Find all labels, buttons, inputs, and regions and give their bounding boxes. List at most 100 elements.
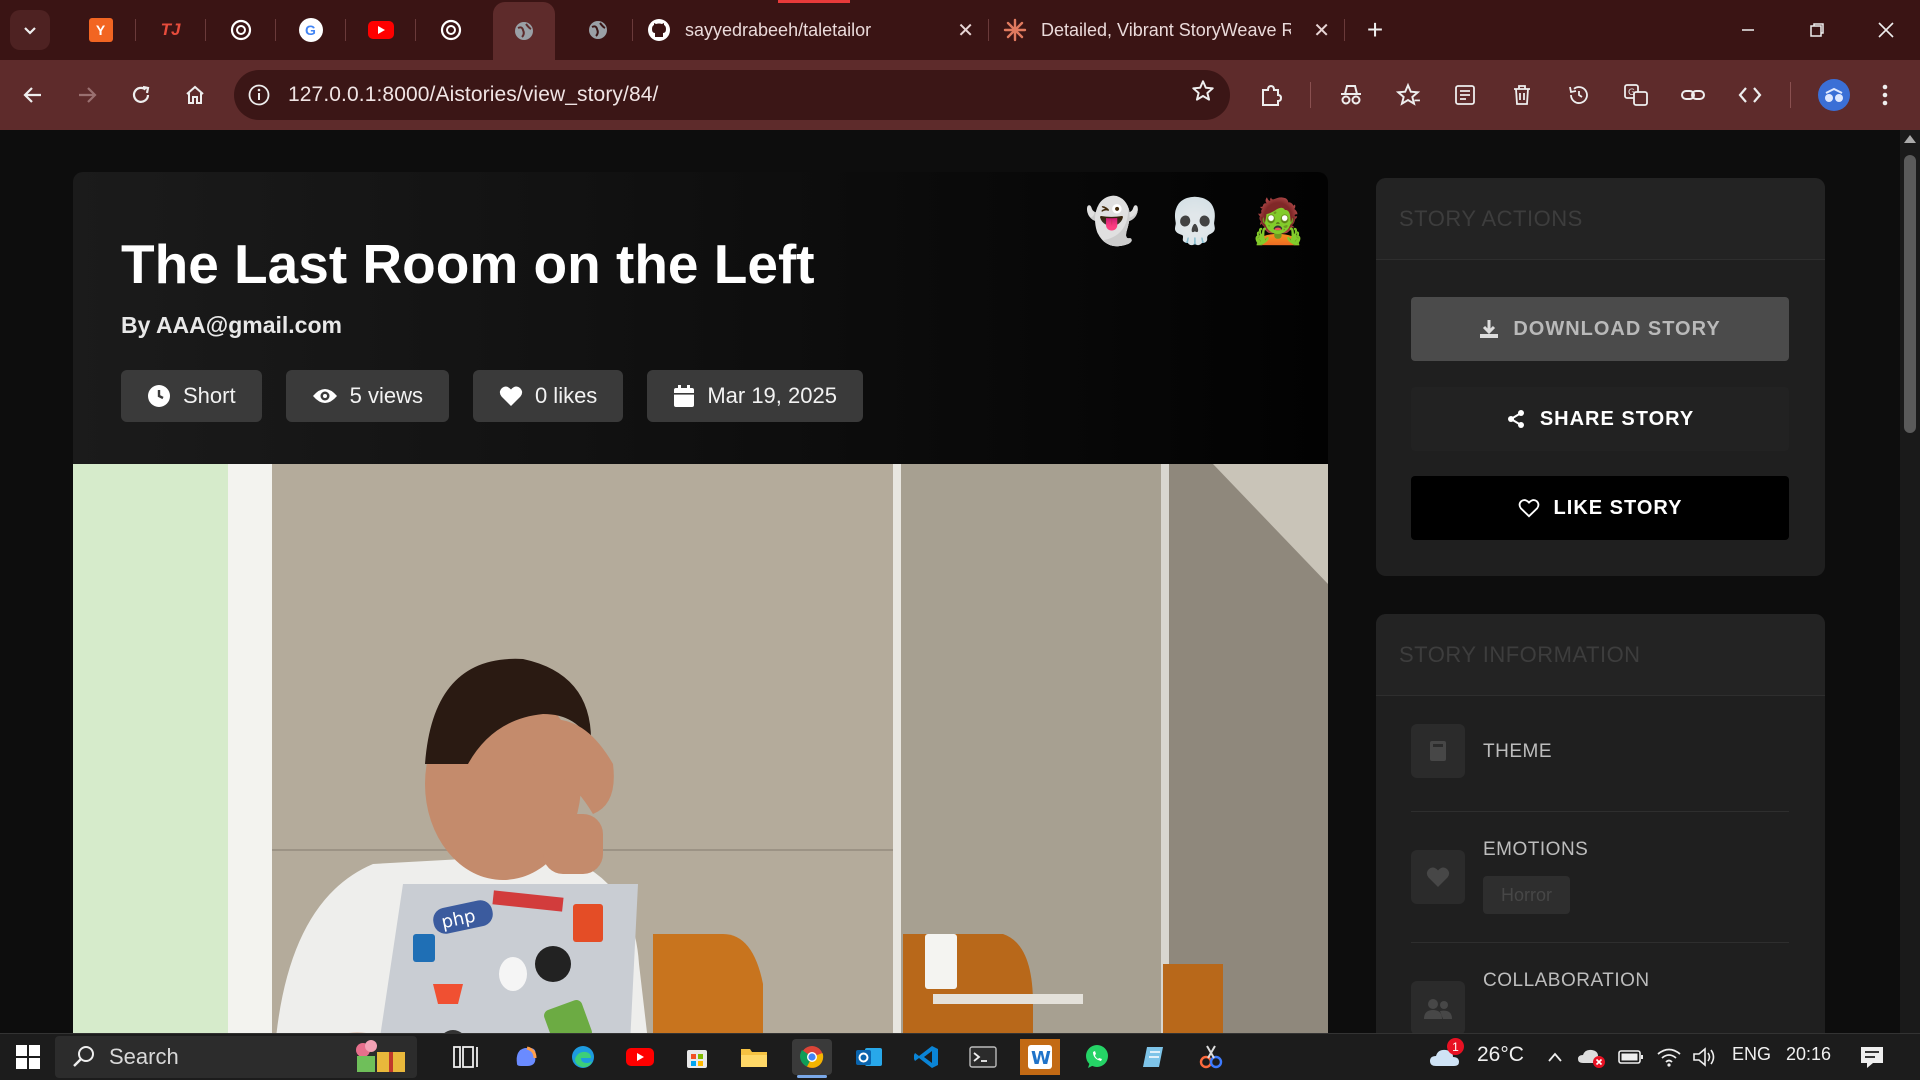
forward-button[interactable] — [60, 68, 114, 122]
profile-icon — [1825, 87, 1843, 102]
link-button[interactable] — [1666, 68, 1720, 122]
tab-strip: Y TJ G sayyedrabeeh/taletailor ✕ Detaile… — [0, 0, 1920, 60]
site-info-icon[interactable] — [242, 78, 276, 112]
browser-menu-button[interactable] — [1860, 68, 1910, 122]
new-tab-button[interactable]: + — [1355, 10, 1395, 50]
back-button[interactable] — [6, 68, 60, 122]
length-text: Short — [183, 383, 236, 408]
incognito-extension-button[interactable] — [1324, 68, 1378, 122]
history-icon — [1569, 86, 1588, 104]
tab-loading-indicator — [778, 0, 850, 3]
reading-list-button[interactable] — [1438, 68, 1492, 122]
date-badge: Mar 19, 2025 — [647, 370, 863, 422]
tab-title: sayyedrabeeh/taletailor — [685, 19, 872, 40]
snipping-tool-icon[interactable] — [1191, 1039, 1231, 1075]
taskbar-search[interactable]: Search — [55, 1036, 417, 1078]
vscode-icon[interactable] — [906, 1039, 946, 1075]
tab-globe[interactable] — [563, 0, 632, 60]
address-bar[interactable]: 127.0.0.1:8000/Aistories/view_story/84/ — [234, 70, 1230, 120]
clock-time[interactable]: 20:16 — [1786, 1044, 1831, 1065]
history-button[interactable] — [1552, 68, 1606, 122]
profile-avatar[interactable] — [1818, 79, 1850, 111]
minimize-button[interactable] — [1713, 0, 1783, 60]
scrollbar-thumb[interactable] — [1904, 155, 1916, 433]
devtools-button[interactable] — [1723, 68, 1777, 122]
notes-app-icon[interactable] — [1134, 1039, 1174, 1075]
tab-youtube[interactable] — [346, 0, 415, 60]
gift-icon — [356, 1040, 405, 1072]
tab-github[interactable]: sayyedrabeeh/taletailor ✕ — [633, 0, 988, 60]
eye-icon — [312, 389, 337, 403]
edge-icon[interactable] — [563, 1039, 603, 1075]
spy-icon — [1341, 85, 1361, 105]
bookmark-star-icon[interactable] — [1190, 78, 1216, 109]
emotion-chip: Horror — [1483, 876, 1571, 914]
task-view-icon[interactable] — [447, 1039, 487, 1075]
close-tab-icon[interactable]: ✕ — [947, 18, 974, 43]
tab-ycombinator[interactable]: Y — [66, 0, 135, 60]
story-meta: Short 5 views 0 likes Mar 19, 2025 — [121, 370, 863, 422]
outlook-icon[interactable] — [849, 1039, 889, 1075]
input-language[interactable]: ENG — [1732, 1044, 1771, 1065]
story-cover-image: php — [73, 464, 1328, 1033]
chatgpt-icon — [440, 19, 461, 41]
zombie-emoji-icon: 🧟 — [1250, 197, 1306, 246]
globe-icon — [588, 21, 607, 39]
heart-icon — [1411, 850, 1465, 904]
globe-icon — [515, 22, 533, 40]
download-story-button[interactable]: DOWNLOAD STORY — [1411, 297, 1789, 361]
tj-icon: TJ — [160, 20, 181, 39]
favorites-button[interactable] — [1381, 68, 1435, 122]
ghost-emoji-icon: 👻 — [1085, 197, 1140, 246]
volume-icon[interactable] — [1690, 1039, 1720, 1075]
onedrive-error-icon[interactable] — [1576, 1039, 1608, 1075]
start-button[interactable] — [8, 1039, 48, 1075]
battery-icon[interactable] — [1616, 1039, 1646, 1075]
microsoft-store-icon[interactable] — [677, 1039, 717, 1075]
tab-search-button[interactable] — [10, 10, 50, 50]
close-window-button[interactable] — [1851, 0, 1920, 60]
skull-emoji-icon: 💀 — [1167, 197, 1223, 246]
copilot-icon[interactable] — [506, 1039, 546, 1075]
restore-button[interactable] — [1782, 0, 1852, 60]
translate-button[interactable]: G — [1609, 68, 1663, 122]
home-button[interactable] — [168, 68, 222, 122]
share-story-button[interactable]: SHARE STORY — [1411, 387, 1789, 451]
like-story-button[interactable]: LIKE STORY — [1411, 476, 1789, 540]
word-app-icon[interactable]: W — [1020, 1039, 1060, 1075]
youtube-taskbar-icon[interactable] — [620, 1039, 660, 1075]
reload-button[interactable] — [114, 68, 168, 122]
collaboration-row: COLLABORATION — [1411, 943, 1789, 1033]
tab-storyweave[interactable]: Detailed, Vibrant StoryWeave R ✕ — [989, 0, 1344, 60]
users-icon — [1411, 981, 1465, 1033]
whatsapp-icon[interactable] — [1077, 1039, 1117, 1075]
claude-icon — [1003, 18, 1027, 42]
scroll-up-arrow-icon[interactable] — [1904, 135, 1916, 143]
url-text[interactable]: 127.0.0.1:8000/Aistories/view_story/84/ — [288, 83, 658, 107]
wifi-icon[interactable] — [1654, 1039, 1684, 1075]
like-story-label: LIKE STORY — [1553, 496, 1683, 519]
tab-active-globe[interactable] — [493, 2, 555, 60]
weather-temperature[interactable]: 26°C — [1477, 1043, 1524, 1067]
tab-chatgpt[interactable] — [206, 0, 275, 60]
tab-google[interactable]: G — [276, 0, 345, 60]
extensions-button[interactable] — [1244, 68, 1298, 122]
minimize-icon — [1742, 29, 1754, 31]
file-explorer-icon[interactable] — [734, 1039, 774, 1075]
chrome-icon[interactable] — [792, 1039, 832, 1075]
likes-badge: 0 likes — [472, 370, 624, 422]
search-icon — [73, 1046, 94, 1067]
tab-tj[interactable]: TJ — [136, 0, 205, 60]
svg-text:W: W — [1031, 1048, 1051, 1069]
tab-chatgpt-2[interactable] — [416, 0, 485, 60]
story-information-title: STORY INFORMATION — [1376, 614, 1825, 696]
story-card: The Last Room on the Left By AAA@gmail.c… — [73, 172, 1328, 1033]
theme-row: THEME — [1411, 714, 1789, 812]
chrome-active-indicator — [797, 1075, 827, 1078]
emotions-label: EMOTIONS — [1483, 839, 1589, 860]
notifications-icon[interactable] — [1852, 1039, 1892, 1075]
tray-overflow-icon[interactable] — [1540, 1039, 1570, 1075]
close-tab-icon[interactable]: ✕ — [1303, 18, 1330, 43]
terminal-icon[interactable] — [963, 1039, 1003, 1075]
delete-extension-button[interactable] — [1495, 68, 1549, 122]
